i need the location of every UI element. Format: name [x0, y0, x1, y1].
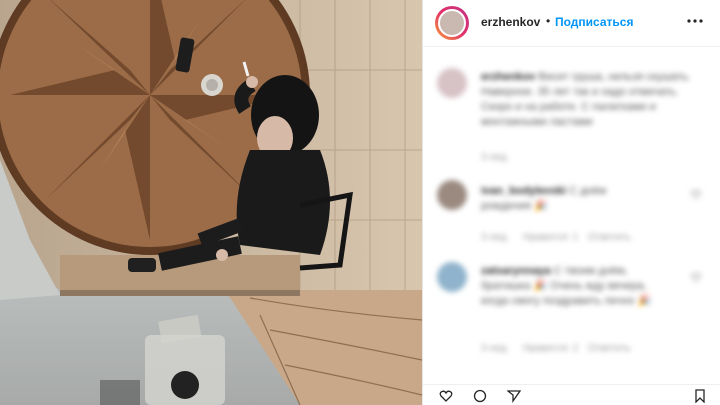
comment-text: ivan_bodylevski С днём рождения 🎉: [481, 184, 681, 214]
caption-text: erzhenkov Висит груша, нельзя скушать. Н…: [481, 70, 701, 130]
comment-avatar[interactable]: [437, 262, 467, 292]
comment-icon[interactable]: [473, 389, 487, 403]
caption-avatar[interactable]: [437, 68, 467, 98]
comment-reply-button[interactable]: Ответить: [588, 232, 631, 243]
ellipsis-icon[interactable]: [683, 11, 707, 33]
post-side-panel: erzhenkov • Подписаться erzhenkov Висит …: [422, 0, 720, 405]
heart-icon[interactable]: [691, 272, 701, 282]
author-username[interactable]: erzhenkov: [481, 15, 540, 29]
action-bar: [423, 384, 720, 405]
heart-icon[interactable]: [439, 389, 453, 403]
author-avatar[interactable]: [435, 6, 469, 40]
comment-time: 3 нед.: [481, 343, 509, 354]
caption-line-1: Висит груша, нельзя скушать.: [538, 71, 691, 83]
caption-line-4: монтажными ластами: [481, 116, 593, 128]
comment-likes[interactable]: Нравится: 2: [523, 343, 578, 354]
comment-likes[interactable]: Нравится: 1: [523, 232, 578, 243]
heart-icon[interactable]: [691, 189, 701, 199]
comments-scrollbar[interactable]: [716, 50, 720, 380]
share-icon[interactable]: [507, 389, 521, 403]
comment-line-2: братишка 🎉 Очень жду вечера,: [481, 280, 647, 292]
comment-time: 3 нед.: [481, 232, 509, 243]
post-photo[interactable]: [0, 0, 422, 405]
post-header: erzhenkov • Подписаться: [423, 0, 720, 47]
comment-username[interactable]: zatsarynnaya: [481, 265, 551, 277]
comment-text: zatsarynnaya С твоим днём, братишка 🎉 Оч…: [481, 264, 696, 309]
caption-username[interactable]: erzhenkov: [481, 71, 535, 83]
caption-line-2: Наверное. 35 лет так и надо отмечать.: [481, 86, 679, 98]
comment-reply-button[interactable]: Ответить: [588, 343, 631, 354]
bookmark-icon[interactable]: [693, 389, 707, 403]
follow-button[interactable]: Подписаться: [555, 15, 633, 29]
comment-line-1: С днём: [569, 185, 607, 197]
comment-username[interactable]: ivan_bodylevski: [481, 185, 566, 197]
comment-avatar[interactable]: [437, 180, 467, 210]
comment-line-3: когда смогу поздравить лично 🎉: [481, 295, 652, 307]
comment-line-2: рождения 🎉: [481, 200, 548, 212]
caption-line-3: Скоро и на работе. С палатками и: [481, 101, 656, 113]
separator-dot: •: [546, 14, 551, 28]
comment-line-1: С твоим днём,: [553, 265, 628, 277]
caption-time: 3 нед.: [481, 152, 509, 163]
comments-list[interactable]: erzhenkov Висит груша, нельзя скушать. Н…: [423, 47, 720, 387]
